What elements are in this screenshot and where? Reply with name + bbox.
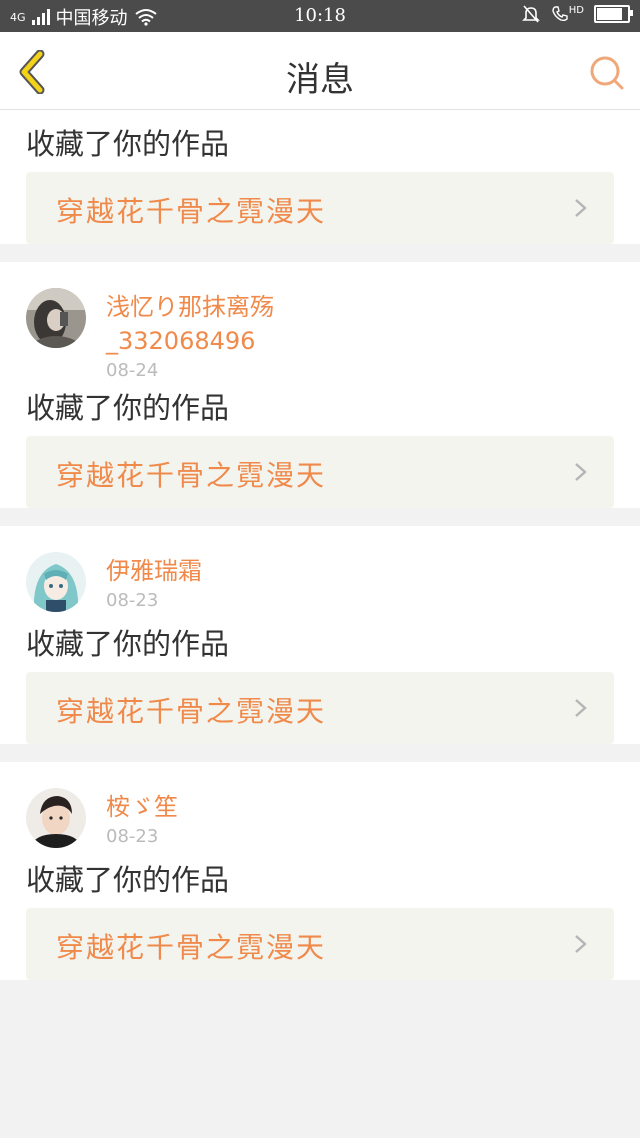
work-link[interactable]: 穿越花千骨之霓漫天: [26, 172, 614, 244]
battery-level: [597, 8, 623, 20]
mute-bell-icon: [521, 5, 540, 23]
search-button[interactable]: [588, 54, 626, 92]
user-avatar[interactable]: [26, 552, 86, 612]
hd-label: HD: [568, 4, 584, 16]
anime-girl-avatar-icon: [26, 552, 86, 612]
boy-photo-avatar-icon: [26, 788, 86, 848]
work-title: 穿越花千骨之霓漫天: [56, 459, 327, 492]
user-name-suffix[interactable]: _332068496: [106, 324, 274, 358]
message-card: 桉ゞ笙 08-23 收藏了你的作品 穿越花千骨之霓漫天: [0, 762, 640, 980]
work-link[interactable]: 穿越花千骨之霓漫天: [26, 672, 614, 744]
message-action: 收藏了你的作品: [26, 127, 230, 161]
message-card: 伊雅瑞霜 08-23 收藏了你的作品 穿越花千骨之霓漫天: [0, 526, 640, 744]
work-link[interactable]: 穿越花千骨之霓漫天: [26, 436, 614, 508]
chevron-right-icon: [575, 463, 587, 481]
girl-photo-avatar-icon: [26, 288, 86, 348]
user-avatar[interactable]: [26, 788, 86, 848]
search-icon: [590, 56, 624, 90]
header: 消息: [0, 32, 640, 110]
user-name[interactable]: 伊雅瑞霜: [106, 554, 202, 588]
user-avatar[interactable]: [26, 288, 86, 348]
message-action: 收藏了你的作品: [26, 863, 230, 897]
page-title: 消息: [286, 60, 354, 100]
message-card: 收藏了你的作品 穿越花千骨之霓漫天: [0, 110, 640, 244]
user-name[interactable]: 浅忆り那抹离殇: [106, 290, 274, 324]
chevron-right-icon: [575, 699, 587, 717]
work-link[interactable]: 穿越花千骨之霓漫天: [26, 908, 614, 980]
message-date: 08-23: [106, 590, 159, 611]
work-title: 穿越花千骨之霓漫天: [56, 695, 327, 728]
message-action: 收藏了你的作品: [26, 391, 230, 425]
message-card: 浅忆り那抹离殇 _332068496 08-24 收藏了你的作品 穿越花千骨之霓…: [0, 262, 640, 508]
battery-icon: [594, 5, 633, 23]
user-name[interactable]: 桉ゞ笙: [106, 790, 178, 824]
work-title: 穿越花千骨之霓漫天: [56, 195, 327, 228]
status-bar: 4G 中国移动 10:18 HD: [0, 0, 640, 32]
work-title: 穿越花千骨之霓漫天: [56, 931, 327, 964]
message-action: 收藏了你的作品: [26, 627, 230, 661]
message-date: 08-23: [106, 826, 159, 847]
chevron-right-icon: [575, 199, 587, 217]
message-date: 08-24: [106, 360, 159, 381]
chevron-right-icon: [575, 935, 587, 953]
phone-icon: [552, 6, 568, 22]
